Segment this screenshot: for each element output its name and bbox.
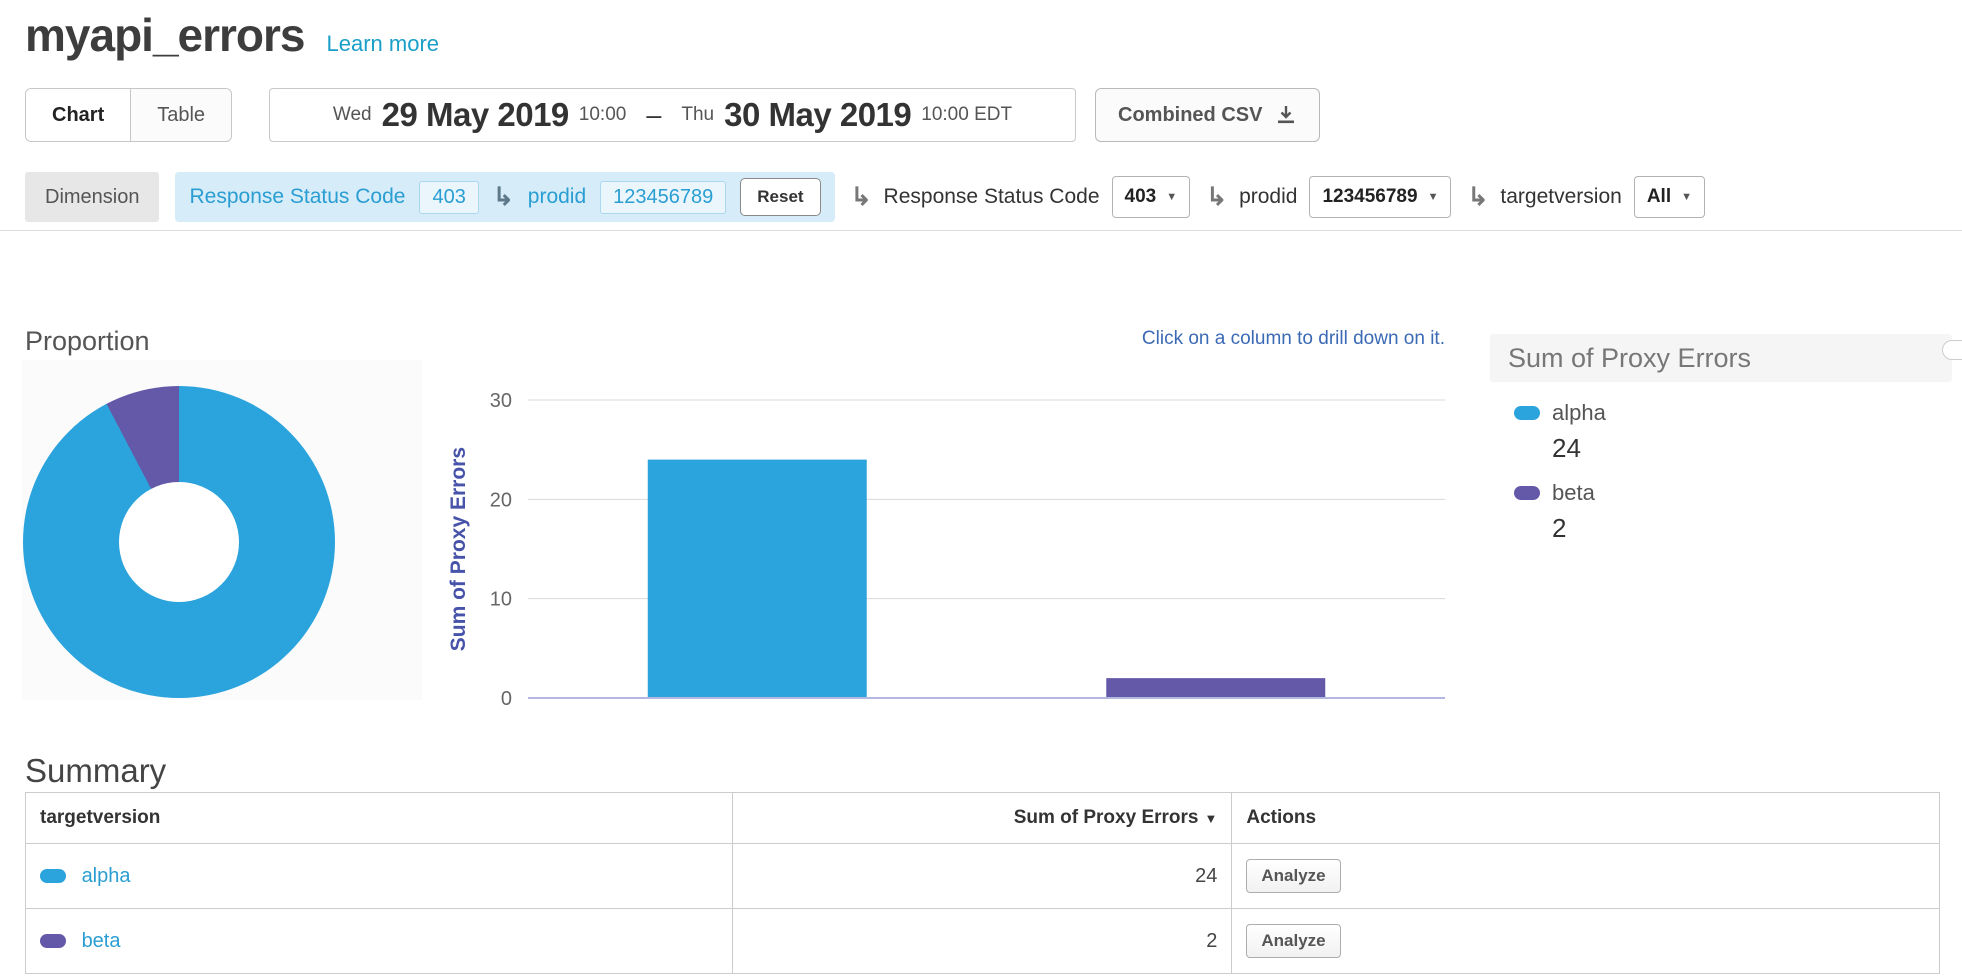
end-time: 10:00 EDT — [921, 104, 1012, 126]
dimension-label: Dimension — [25, 172, 159, 222]
row-actions-cell: Analyze — [1232, 909, 1940, 974]
table-row: alpha 24 Analyze — [26, 844, 1940, 909]
svg-text:30: 30 — [490, 390, 512, 412]
breadcrumb-value-chip[interactable]: 403 — [419, 181, 478, 214]
alpha-swatch — [1514, 406, 1540, 420]
analyze-button[interactable]: Analyze — [1246, 859, 1340, 893]
legend-items: alpha 24 beta 2 — [1490, 400, 1952, 544]
end-day: Thu — [681, 104, 714, 126]
page: myapi_errors Learn more Chart Table Wed … — [0, 0, 1962, 976]
select-value: 123456789 — [1322, 186, 1417, 208]
chart-view-button[interactable]: Chart — [26, 89, 130, 141]
summary-table: targetversion Sum of Proxy Errors▼ Actio… — [25, 792, 1940, 974]
column-header-actions: Actions — [1232, 793, 1940, 844]
reset-button[interactable]: Reset — [740, 178, 820, 216]
row-link-alpha[interactable]: alpha — [82, 865, 131, 887]
row-value-cell: 24 — [732, 844, 1232, 909]
legend-item-name: beta — [1552, 480, 1595, 506]
legend-item: alpha — [1514, 400, 1952, 426]
drilldown-prodid: ↳ prodid 123456789 ▼ — [1206, 176, 1451, 218]
filter-breadcrumb: Response Status Code 403 ↳ prodid 123456… — [175, 172, 834, 222]
chevron-down-icon: ▼ — [1166, 191, 1177, 203]
proportion-label: Proportion — [25, 326, 150, 357]
csv-button-label: Combined CSV — [1118, 104, 1262, 127]
breadcrumb-value-chip[interactable]: 123456789 — [600, 181, 726, 214]
breadcrumb-name: Response Status Code — [189, 185, 405, 209]
beta-swatch — [40, 934, 66, 948]
drilldown-name: prodid — [1239, 185, 1297, 209]
branch-arrow-icon: ↳ — [1206, 185, 1227, 210]
drilldown-targetversion: ↳ targetversion All ▼ — [1467, 176, 1705, 218]
start-date: 29 May 2019 — [382, 96, 569, 134]
targetversion-select[interactable]: All ▼ — [1634, 176, 1705, 218]
start-time: 10:00 — [579, 104, 627, 126]
branch-arrow-icon: ↳ — [1467, 185, 1488, 210]
legend-title: Sum of Proxy Errors — [1490, 334, 1952, 382]
summary-title: Summary — [25, 752, 166, 790]
view-toggle: Chart Table — [25, 88, 232, 142]
row-name-cell: beta — [26, 909, 733, 974]
column-header-sum-of-proxy-errors[interactable]: Sum of Proxy Errors▼ — [732, 793, 1232, 844]
chevron-down-icon: ▼ — [1428, 191, 1439, 203]
alpha-swatch — [40, 869, 66, 883]
legend-item-value: 24 — [1552, 433, 1952, 464]
end-date: 30 May 2019 — [724, 96, 911, 134]
date-range-picker[interactable]: Wed 29 May 2019 10:00 – Thu 30 May 2019 … — [269, 88, 1076, 142]
row-actions-cell: Analyze — [1232, 844, 1940, 909]
header: myapi_errors Learn more — [25, 8, 439, 62]
branch-arrow-icon: ↳ — [493, 185, 514, 210]
analyze-button[interactable]: Analyze — [1246, 924, 1340, 958]
divider — [0, 230, 1962, 231]
branch-arrow-icon: ↳ — [851, 185, 872, 210]
drilldown-hint: Click on a column to drill down on it. — [945, 328, 1445, 350]
table-row: beta 2 Analyze — [26, 909, 1940, 974]
donut-hole — [119, 482, 239, 602]
drilldown-name: Response Status Code — [884, 185, 1100, 209]
sort-desc-icon: ▼ — [1204, 811, 1217, 826]
combined-csv-button[interactable]: Combined CSV — [1095, 88, 1320, 142]
svg-text:20: 20 — [490, 489, 512, 511]
row-value-cell: 2 — [732, 909, 1232, 974]
legend-item-value: 2 — [1552, 513, 1952, 544]
status-code-select[interactable]: 403 ▼ — [1112, 176, 1191, 218]
table-view-button[interactable]: Table — [130, 89, 231, 141]
legend-item-name: alpha — [1552, 400, 1606, 426]
start-day: Wed — [333, 104, 372, 126]
row-name-cell: alpha — [26, 844, 733, 909]
select-value: 403 — [1125, 186, 1157, 208]
page-title: myapi_errors — [25, 8, 305, 62]
download-icon — [1275, 104, 1297, 126]
column-header-targetversion: targetversion — [26, 793, 733, 844]
legend-panel: Sum of Proxy Errors alpha 24 beta 2 — [1490, 334, 1952, 560]
prodid-select[interactable]: 123456789 ▼ — [1309, 176, 1451, 218]
summary-header-row: targetversion Sum of Proxy Errors▼ Actio… — [26, 793, 1940, 844]
svg-text:10: 10 — [490, 589, 512, 611]
panel-scroll-pill[interactable] — [1942, 340, 1962, 360]
date-separator: – — [646, 100, 661, 131]
drilldown-response-status-code: ↳ Response Status Code 403 ▼ — [851, 176, 1191, 218]
row-link-beta[interactable]: beta — [82, 930, 121, 952]
drilldown-name: targetversion — [1500, 185, 1621, 209]
filter-row: Dimension Response Status Code 403 ↳ pro… — [25, 172, 1705, 222]
bar-chart-svg[interactable]: 0 10 20 30 — [440, 388, 1450, 718]
select-value: All — [1647, 186, 1671, 208]
learn-more-link[interactable]: Learn more — [327, 31, 440, 57]
breadcrumb-name: prodid — [528, 185, 586, 209]
beta-swatch — [1514, 486, 1540, 500]
svg-text:0: 0 — [501, 688, 512, 710]
chevron-down-icon: ▼ — [1681, 191, 1692, 203]
legend-item: beta — [1514, 480, 1952, 506]
